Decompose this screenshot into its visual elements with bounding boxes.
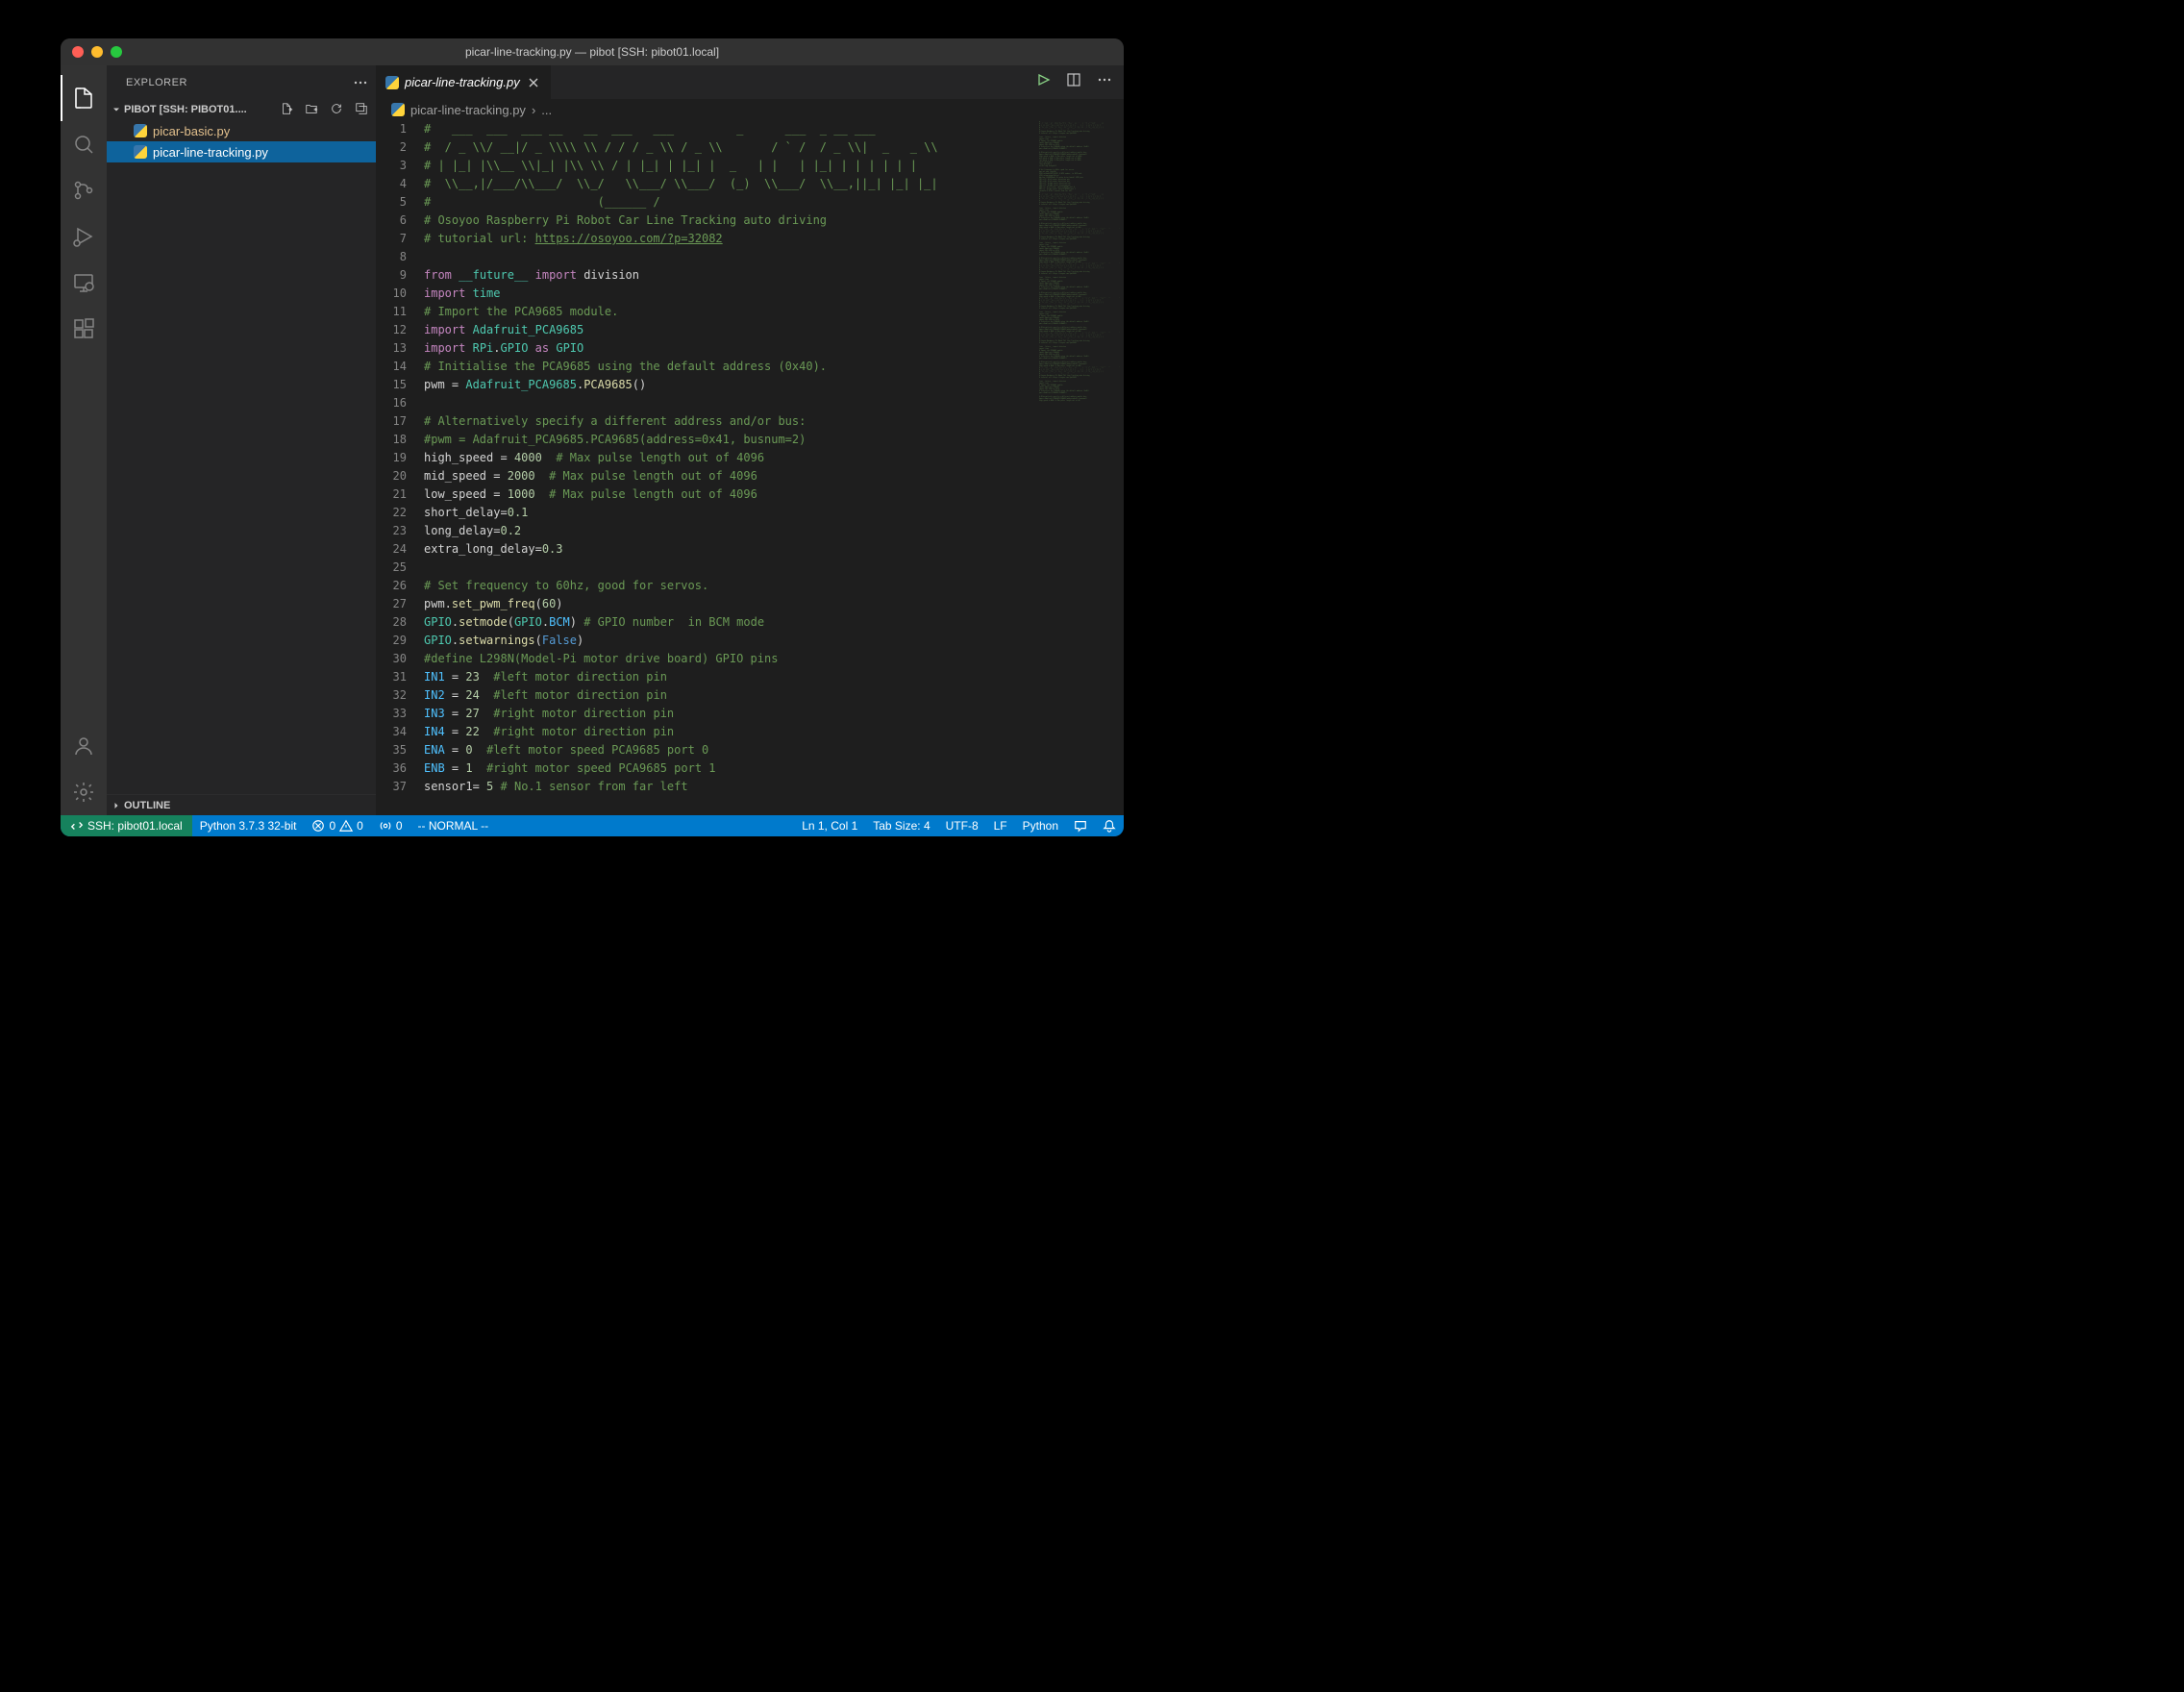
maximize-button[interactable] [111, 46, 122, 58]
run-icon[interactable] [1035, 72, 1051, 92]
tab-label: picar-line-tracking.py [405, 75, 520, 89]
status-tabsize[interactable]: Tab Size: 4 [865, 815, 937, 836]
file-item[interactable]: picar-line-tracking.py [107, 141, 376, 162]
window-body: EXPLORER PIBOT [SSH: PIBOT01.... picar-b… [61, 65, 1124, 815]
line-numbers: 1234567891011121314151617181920212223242… [376, 120, 424, 815]
file-name: picar-basic.py [153, 124, 230, 138]
sidebar: EXPLORER PIBOT [SSH: PIBOT01.... picar-b… [107, 65, 376, 815]
titlebar[interactable]: picar-line-tracking.py — pibot [SSH: pib… [61, 38, 1124, 65]
close-icon[interactable] [526, 75, 541, 90]
status-encoding[interactable]: UTF-8 [938, 815, 986, 836]
chevron-right-icon [111, 800, 122, 811]
more-actions-icon[interactable] [1097, 72, 1112, 92]
extensions-icon[interactable] [61, 306, 107, 352]
explorer-more-icon[interactable] [353, 75, 368, 90]
collapse-icon[interactable] [355, 102, 368, 118]
statusbar: SSH: pibot01.local Python 3.7.3 32-bit 0… [61, 815, 1124, 836]
breadcrumb-sep: › [532, 103, 535, 117]
new-file-icon[interactable] [280, 102, 293, 118]
outline-title: OUTLINE [124, 800, 170, 811]
minimap[interactable]: # ___ ___ ___ __ __ ___ ___ _ ___ _ __ _… [1037, 120, 1124, 815]
folder-name: PIBOT [SSH: PIBOT01.... [124, 104, 247, 115]
status-python[interactable]: Python 3.7.3 32-bit [192, 815, 305, 836]
sidebar-header: EXPLORER [107, 65, 376, 99]
search-icon[interactable] [61, 121, 107, 167]
activity-bar [61, 65, 107, 815]
python-icon [385, 76, 399, 89]
editor-actions [1035, 65, 1124, 99]
status-ports[interactable]: 0 [371, 815, 410, 836]
minimize-button[interactable] [91, 46, 103, 58]
accounts-icon[interactable] [61, 723, 107, 769]
python-icon [134, 124, 147, 137]
status-language[interactable]: Python [1015, 815, 1066, 836]
vscode-window: picar-line-tracking.py — pibot [SSH: pib… [61, 38, 1124, 836]
status-vim-mode[interactable]: -- NORMAL -- [410, 815, 497, 836]
run-debug-icon[interactable] [61, 213, 107, 260]
status-bell-icon[interactable] [1095, 815, 1124, 836]
outline-header[interactable]: OUTLINE [107, 794, 376, 815]
error-icon [311, 819, 325, 833]
remote-icon [70, 819, 84, 833]
folder-header[interactable]: PIBOT [SSH: PIBOT01.... [107, 99, 376, 120]
split-editor-icon[interactable] [1066, 72, 1081, 92]
explorer-icon[interactable] [61, 75, 107, 121]
refresh-icon[interactable] [330, 102, 343, 118]
status-remote[interactable]: SSH: pibot01.local [61, 815, 192, 836]
python-icon [391, 103, 405, 116]
status-remote-label: SSH: pibot01.local [87, 819, 183, 833]
radio-icon [379, 819, 392, 833]
status-feedback-icon[interactable] [1066, 815, 1095, 836]
tabs: picar-line-tracking.py [376, 65, 1124, 99]
status-eol[interactable]: LF [986, 815, 1015, 836]
breadcrumb-file: picar-line-tracking.py [410, 103, 526, 117]
warning-icon [339, 819, 353, 833]
breadcrumb-more: ... [541, 103, 552, 117]
remote-explorer-icon[interactable] [61, 260, 107, 306]
close-button[interactable] [72, 46, 84, 58]
editor[interactable]: 1234567891011121314151617181920212223242… [376, 120, 1124, 815]
window-title: picar-line-tracking.py — pibot [SSH: pib… [465, 45, 719, 59]
file-name: picar-line-tracking.py [153, 145, 268, 160]
file-list: picar-basic.py picar-line-tracking.py [107, 120, 376, 162]
tab-active[interactable]: picar-line-tracking.py [376, 65, 552, 99]
traffic-lights [61, 46, 122, 58]
python-icon [134, 145, 147, 159]
breadcrumb[interactable]: picar-line-tracking.py › ... [376, 99, 1124, 120]
settings-icon[interactable] [61, 769, 107, 815]
status-position[interactable]: Ln 1, Col 1 [794, 815, 865, 836]
status-problems[interactable]: 0 0 [304, 815, 370, 836]
editor-area: picar-line-tracking.py picar-line-tracki… [376, 65, 1124, 815]
code-content[interactable]: # ___ ___ ___ __ __ ___ ___ _ ___ _ __ _… [424, 120, 1037, 815]
new-folder-icon[interactable] [305, 102, 318, 118]
folder-actions [280, 102, 376, 118]
explorer-title: EXPLORER [126, 77, 187, 88]
file-item[interactable]: picar-basic.py [107, 120, 376, 141]
source-control-icon[interactable] [61, 167, 107, 213]
chevron-down-icon [111, 104, 122, 115]
